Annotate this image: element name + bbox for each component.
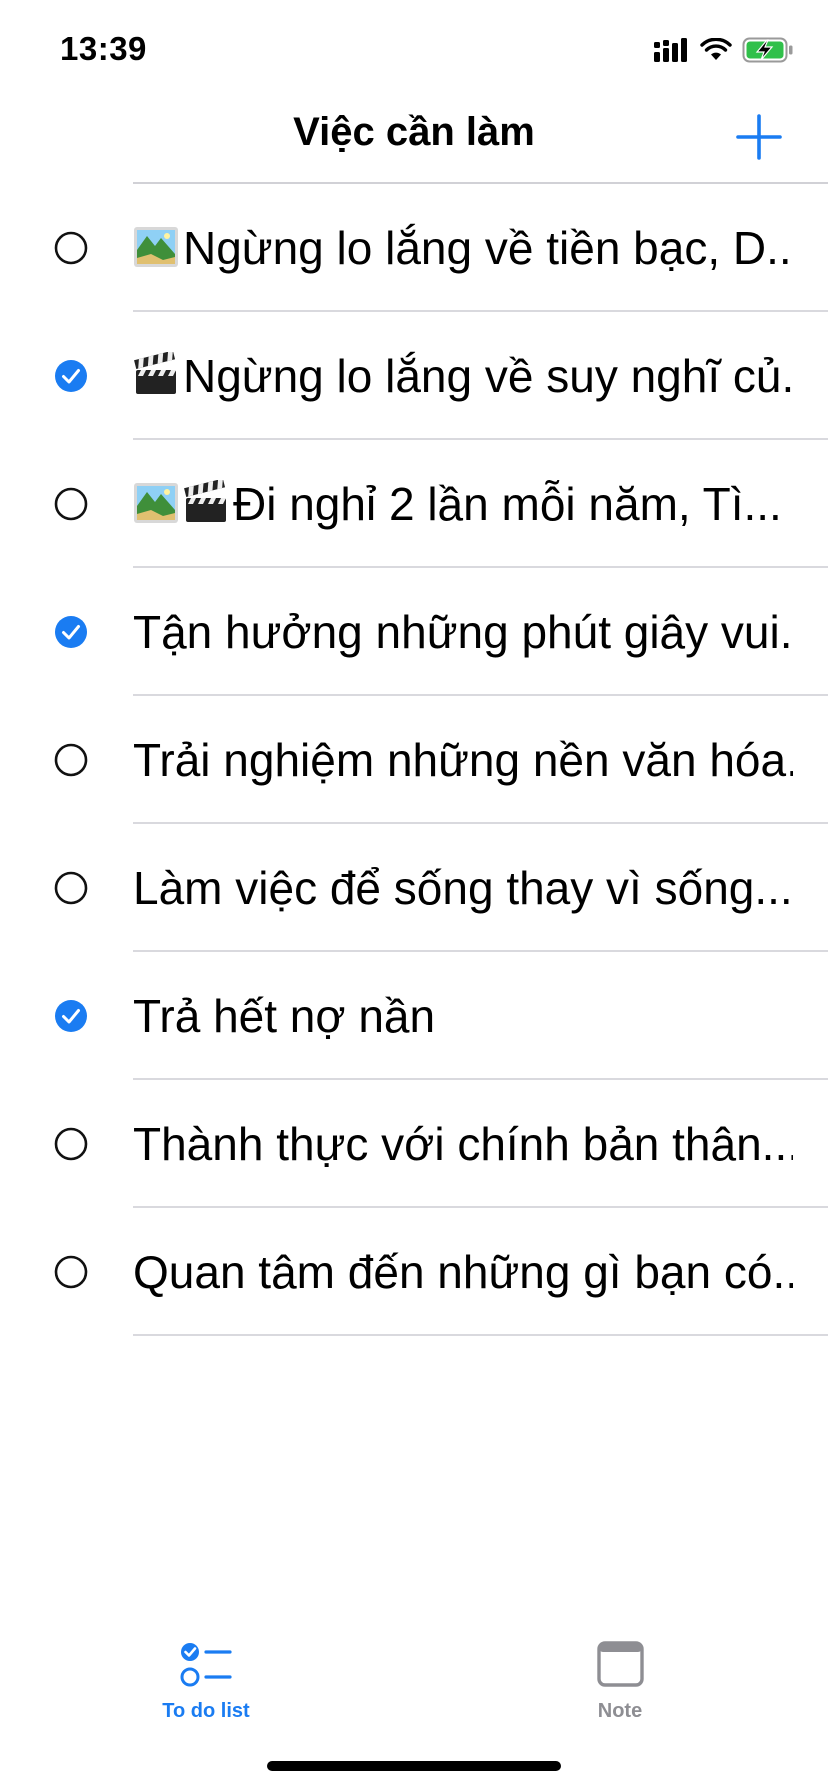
status-time: 13:39 bbox=[60, 30, 147, 67]
todo-label: Quan tâm đến những gì bạn có... bbox=[133, 1246, 793, 1298]
todo-text: Ngừng lo lắng về suy nghĩ củ... bbox=[133, 346, 793, 406]
status-bar: 13:39 bbox=[0, 0, 828, 100]
todo-row[interactable]: Ngừng lo lắng về suy nghĩ củ... bbox=[0, 312, 828, 440]
clapper-icon bbox=[134, 352, 176, 394]
todo-row[interactable]: Tận hưởng những phút giây vui... bbox=[0, 568, 828, 696]
todo-row[interactable]: Thành thực với chính bản thân... bbox=[0, 1080, 828, 1208]
todo-row[interactable]: Ngừng lo lắng về tiền bạc, D... bbox=[0, 184, 828, 312]
todo-label: Ngừng lo lắng về suy nghĩ củ... bbox=[183, 350, 793, 402]
checked-circle-icon[interactable] bbox=[54, 615, 88, 649]
window-icon bbox=[597, 1641, 644, 1687]
unchecked-circle-icon[interactable] bbox=[54, 1255, 88, 1289]
todo-label: Trả hết nợ nần bbox=[133, 990, 436, 1042]
add-button[interactable] bbox=[736, 114, 782, 160]
row-divider bbox=[133, 1334, 828, 1336]
wifi-icon bbox=[700, 38, 732, 60]
nav-bar: Việc cần làm bbox=[0, 100, 828, 184]
unchecked-circle-icon[interactable] bbox=[54, 1127, 88, 1161]
todo-row[interactable]: Trải nghiệm những nền văn hóa... bbox=[0, 696, 828, 824]
todo-label: Đi nghỉ 2 lần mỗi năm, Tì... bbox=[233, 478, 782, 530]
status-icons bbox=[654, 36, 794, 64]
home-indicator bbox=[267, 1761, 561, 1771]
todo-label: Trải nghiệm những nền văn hóa... bbox=[133, 734, 793, 786]
todo-text: Thành thực với chính bản thân... bbox=[133, 1114, 793, 1174]
battery-charging-icon bbox=[742, 37, 793, 63]
todo-row[interactable]: Quan tâm đến những gì bạn có... bbox=[0, 1208, 828, 1336]
unchecked-circle-icon[interactable] bbox=[54, 231, 88, 265]
image-icon bbox=[134, 227, 178, 267]
todo-text: Làm việc để sống thay vì sống... bbox=[133, 858, 793, 918]
checked-circle-icon[interactable] bbox=[54, 999, 88, 1033]
tab-label: Note bbox=[597, 1700, 643, 1722]
checklist-icon bbox=[180, 1643, 232, 1687]
image-icon bbox=[134, 483, 178, 523]
tab-bar: To do list Note bbox=[0, 1620, 828, 1730]
todo-text: Trải nghiệm những nền văn hóa... bbox=[133, 730, 793, 790]
todo-row[interactable]: Trả hết nợ nần bbox=[0, 952, 828, 1080]
todo-text: Đi nghỉ 2 lần mỗi năm, Tì... bbox=[133, 474, 793, 534]
page-title: Việc cần làm bbox=[293, 110, 535, 154]
cellular-signal-icon bbox=[654, 38, 687, 62]
todo-row[interactable]: Đi nghỉ 2 lần mỗi năm, Tì... bbox=[0, 440, 828, 568]
todo-text: Trả hết nợ nần bbox=[133, 986, 793, 1046]
unchecked-circle-icon[interactable] bbox=[54, 743, 88, 777]
todo-row[interactable]: Làm việc để sống thay vì sống... bbox=[0, 824, 828, 952]
plus-icon bbox=[736, 114, 782, 160]
unchecked-circle-icon[interactable] bbox=[54, 487, 88, 521]
todo-label: Tận hưởng những phút giây vui... bbox=[133, 606, 793, 658]
tab-note[interactable]: Note bbox=[520, 1638, 720, 1723]
todo-text: Tận hưởng những phút giây vui... bbox=[133, 602, 793, 662]
tab-todo-list[interactable]: To do list bbox=[106, 1638, 306, 1723]
checked-circle-icon[interactable] bbox=[54, 359, 88, 393]
tab-label: To do list bbox=[162, 1700, 250, 1722]
todo-label: Ngừng lo lắng về tiền bạc, D... bbox=[183, 222, 793, 274]
unchecked-circle-icon[interactable] bbox=[54, 871, 88, 905]
todo-label: Làm việc để sống thay vì sống... bbox=[133, 862, 793, 914]
todo-text: Quan tâm đến những gì bạn có... bbox=[133, 1242, 793, 1302]
clapper-icon bbox=[184, 480, 226, 522]
todo-label: Thành thực với chính bản thân... bbox=[133, 1118, 793, 1170]
todo-list: Ngừng lo lắng về tiền bạc, D... Ngừng lo … bbox=[0, 184, 828, 1336]
todo-text: Ngừng lo lắng về tiền bạc, D... bbox=[133, 218, 793, 278]
